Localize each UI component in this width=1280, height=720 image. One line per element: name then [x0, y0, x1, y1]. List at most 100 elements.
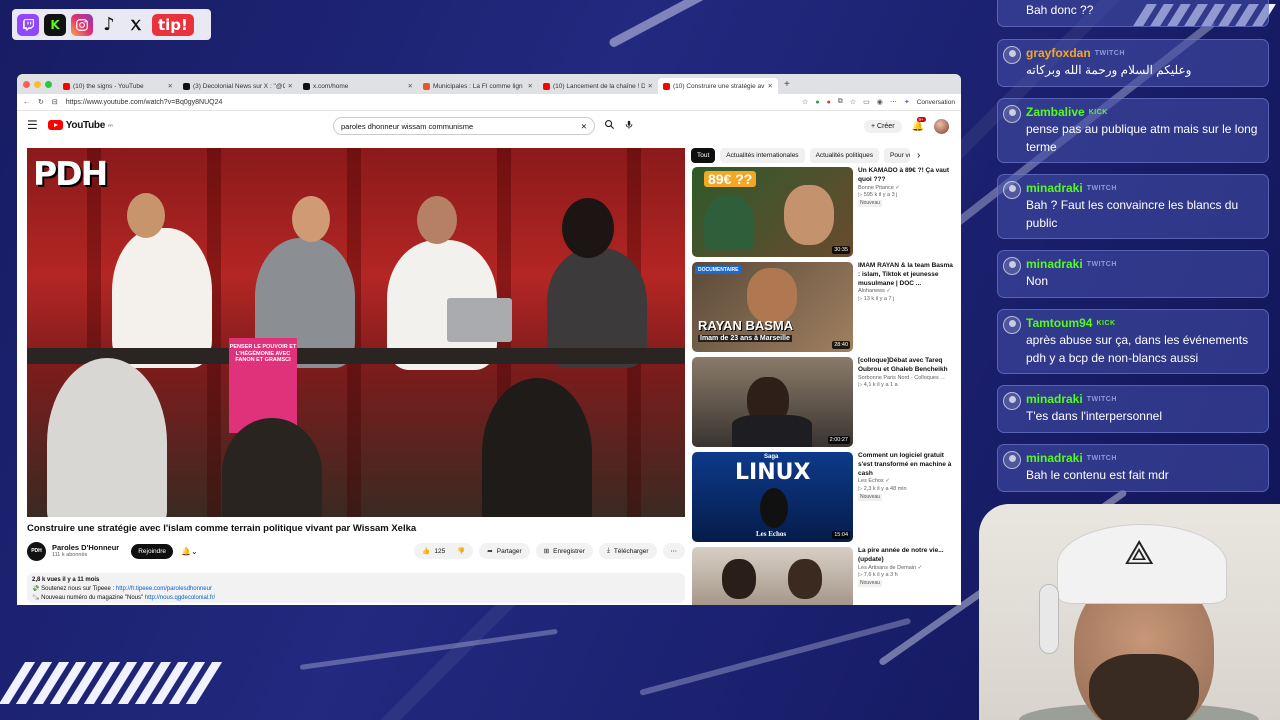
video-player[interactable]: PENSER LE POUVOIR ET L'HÉGÉMONIE AVEC FA…	[27, 148, 685, 517]
rec-title[interactable]: IMAM RAYAN & la team Basma : islam, Tikt…	[858, 262, 954, 288]
menu-dots-icon[interactable]: ⋯	[890, 98, 897, 106]
audience-member	[47, 358, 167, 517]
close-tab-icon[interactable]: ✕	[288, 82, 293, 90]
rec-title[interactable]: [colloque]Débat avec Tareq Oubrou et Gha…	[858, 357, 954, 375]
recommended-video[interactable]: La pire année de notre vie... (update) L…	[692, 547, 954, 605]
menu-icon[interactable]: ☰	[27, 118, 38, 132]
tab-favicon-icon	[543, 82, 550, 90]
rec-channel[interactable]: Sorbonne Paris Nord - Colloques ...	[858, 375, 954, 382]
rec-title[interactable]: Un KAMADO à 89€ ?! Ça vaut quoi ???	[858, 167, 954, 185]
platform-tag: TWITCH	[1086, 185, 1117, 192]
bookmark-icon[interactable]: ☆	[802, 98, 808, 106]
channel-name[interactable]: Paroles D'Honneur	[52, 543, 119, 552]
extensions-icon[interactable]: ⧉	[838, 98, 843, 106]
chip-political-news[interactable]: Actualités politiques	[809, 148, 880, 163]
chat-text: T'es dans l'interpersonnel	[1026, 409, 1162, 424]
tab-title: x.com/home	[313, 82, 349, 90]
site-info-icon[interactable]: ⊟	[52, 98, 58, 106]
user-avatar-icon	[1003, 451, 1021, 469]
clear-search-icon[interactable]: ✕	[581, 122, 587, 131]
download-icon: ⤓	[606, 547, 610, 554]
video-thumbnail[interactable]	[692, 547, 853, 605]
rec-channel[interactable]: Les Echos ✓	[858, 478, 954, 485]
browser-tab[interactable]: (10) the signs - YouTube ✕	[58, 78, 178, 94]
close-tab-icon[interactable]: ✕	[528, 82, 533, 90]
browser-tab[interactable]: x.com/home ✕	[298, 78, 418, 94]
share-button[interactable]: ➦ Partager	[479, 543, 530, 559]
rec-channel[interactable]: Bonne Pitance ✓	[858, 185, 954, 192]
channel-avatar[interactable]: PDH	[27, 541, 46, 561]
extension-icon[interactable]: ●	[827, 99, 831, 106]
video-thumbnail[interactable]: 2:00:27	[692, 357, 853, 447]
create-button[interactable]: + Créer	[863, 120, 902, 133]
maximize-window-button[interactable]	[45, 80, 52, 88]
tab-title: (10) Construire une stratégie av	[673, 82, 765, 90]
browser-tab-active[interactable]: (10) Construire une stratégie av ✕	[658, 78, 778, 94]
bookmarks-icon[interactable]: ☆	[850, 98, 856, 106]
thumbs-down-icon[interactable]: 👎	[457, 547, 465, 555]
reading-list-icon[interactable]: ▭	[863, 98, 870, 106]
close-tab-icon[interactable]: ✕	[768, 82, 773, 90]
new-tab-icon[interactable]: +	[784, 79, 790, 90]
profile-icon[interactable]: ◉	[877, 98, 883, 106]
video-info: La pire année de notre vie... (update) L…	[858, 547, 954, 605]
recommended-video[interactable]: 2:00:27 [colloque]Débat avec Tareq Oubro…	[692, 357, 954, 447]
bg-scratch	[607, 0, 983, 49]
chevron-right-icon[interactable]: ›	[917, 150, 920, 161]
chip-for-you[interactable]: Pour vo	[884, 148, 911, 163]
browser-tab[interactable]: (10) Lancement de la chaîne ! D ✕	[538, 78, 658, 94]
subscription-bell-icon[interactable]: 🔔⌄	[181, 547, 198, 556]
close-tab-icon[interactable]: ✕	[168, 82, 173, 90]
create-label: Créer	[877, 123, 895, 130]
notifications-icon[interactable]: 🔔 9+	[912, 117, 926, 132]
search-icon[interactable]	[604, 119, 615, 133]
save-button[interactable]: ⊞ Enregistrer	[535, 543, 593, 559]
thumbnail-tag: DOCUMENTAIRE	[695, 266, 742, 274]
url-field[interactable]: https://www.youtube.com/watch?v=Bq0gy8NU…	[66, 99, 794, 106]
recommended-video[interactable]: DOCUMENTAIRE RAYAN BASMA Imam de 23 ans …	[692, 262, 954, 352]
magazine-link[interactable]: http://nous.qgdecolonial.fr/	[145, 595, 215, 601]
channel-info: Paroles D'Honneur 111 k abonnés	[52, 543, 119, 559]
tab-title: (10) Lancement de la chaîne ! D	[553, 82, 645, 90]
conversation-button[interactable]: Conversation	[917, 99, 955, 106]
minimize-window-button[interactable]	[34, 80, 41, 88]
more-actions-icon[interactable]: ⋯	[662, 543, 685, 559]
rec-channel[interactable]: Les Artisans de Demain ✓	[858, 565, 954, 572]
rec-title[interactable]: La pire année de notre vie... (update)	[858, 547, 954, 565]
reload-icon[interactable]: ↻	[38, 98, 44, 106]
video-description[interactable]: 2,8 k vues il y a 11 mois 💸 Soutenez nou…	[27, 573, 685, 603]
close-window-button[interactable]	[23, 80, 30, 88]
extension-icon[interactable]: ●	[815, 99, 819, 106]
chip-all[interactable]: Tout	[691, 148, 716, 163]
close-tab-icon[interactable]: ✕	[408, 82, 413, 90]
back-icon[interactable]: ←	[23, 99, 30, 106]
avatar[interactable]	[934, 119, 949, 134]
recommended-video[interactable]: 89€ ?? 30:35 Un KAMADO à 89€ ?! Ça vaut …	[692, 167, 954, 257]
youtube-logo[interactable]: YouTube FR	[47, 120, 113, 131]
streamer-beard	[1089, 654, 1199, 720]
close-tab-icon[interactable]: ✕	[648, 82, 653, 90]
thumbnail-text: 89€ ??	[704, 171, 757, 187]
chip-international-news[interactable]: Actualités internationales	[720, 148, 805, 163]
ai-assistant-icon[interactable]: ✦	[904, 98, 910, 106]
platform-tag: TWITCH	[1086, 396, 1117, 403]
video-thumbnail[interactable]: DOCUMENTAIRE RAYAN BASMA Imam de 23 ans …	[692, 262, 853, 352]
rec-title[interactable]: Comment un logiciel gratuit s'est transf…	[858, 452, 954, 478]
browser-tab[interactable]: Municipales : La FI comme lign ✕	[418, 78, 538, 94]
panelist-hair	[562, 198, 614, 258]
description-text: 🗞️ Nouveau numéro du magazine "Nous"	[32, 595, 145, 601]
download-button[interactable]: ⤓ Télécharger	[598, 543, 657, 559]
search-input[interactable]: paroles dhonneur wissam communisme ✕	[333, 117, 595, 135]
tipeee-link[interactable]: http://fr.tipeee.com/parolesdhonneur	[116, 586, 212, 592]
video-thumbnail[interactable]: 89€ ?? 30:35	[692, 167, 853, 257]
video-thumbnail[interactable]: Saga LINUX Les Echos 15:04	[692, 452, 853, 542]
like-button[interactable]: 👍 125 👎	[414, 543, 474, 559]
join-button[interactable]: Rejoindre	[131, 543, 174, 559]
browser-tab[interactable]: (3) Decolonial News sur X : "@Gl ✕	[178, 78, 298, 94]
microphone-icon[interactable]	[624, 119, 634, 133]
chat-text: Bah le contenu est fait mdr	[1026, 468, 1169, 483]
recommended-video[interactable]: Saga LINUX Les Echos 15:04 Comment un lo…	[692, 452, 954, 542]
tip-button[interactable]: tip!	[152, 13, 194, 36]
rec-channel[interactable]: Alohanews ✓	[858, 288, 954, 295]
subscriber-count: 111 k abonnés	[52, 552, 88, 559]
